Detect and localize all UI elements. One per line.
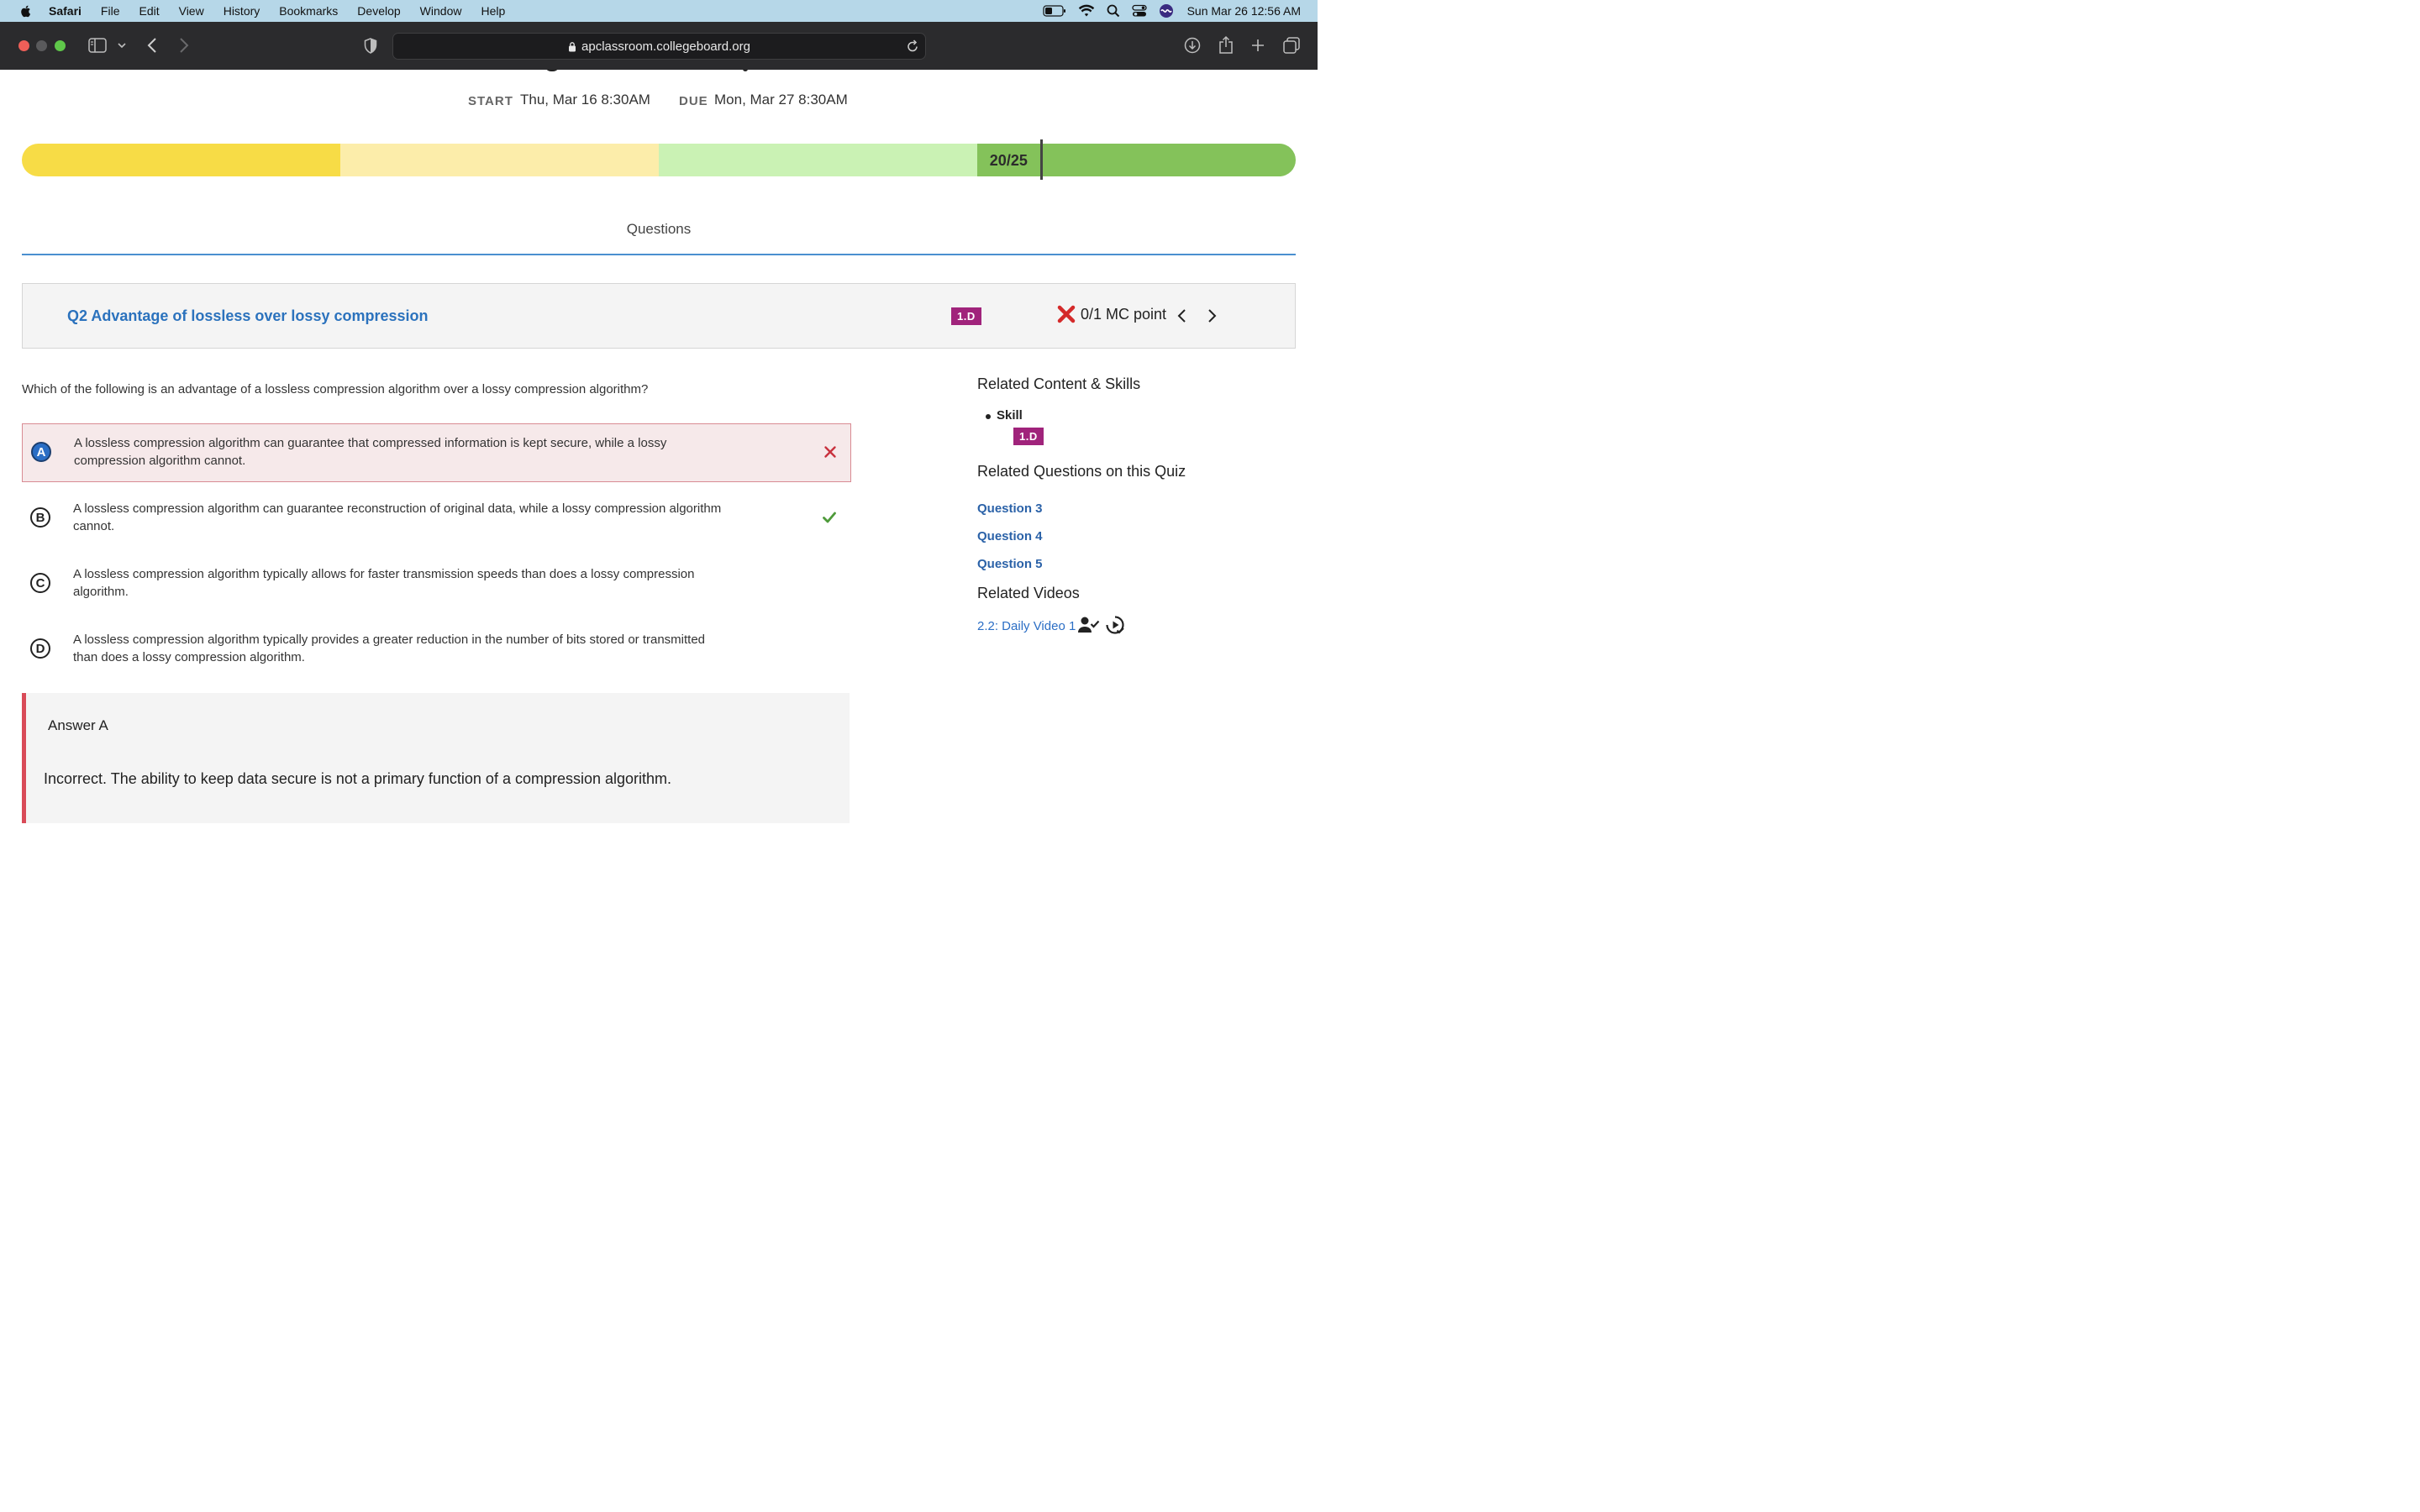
share-icon[interactable] (1218, 35, 1234, 54)
related-question-link[interactable]: Question 4 (977, 529, 1043, 543)
related-videos-heading: Related Videos (977, 585, 1080, 601)
score-band-1 (22, 144, 340, 176)
close-window-button[interactable] (18, 40, 29, 51)
menu-help[interactable]: Help (481, 4, 505, 18)
incorrect-x-icon (1057, 305, 1076, 323)
answer-option-d[interactable]: D A lossless compression algorithm typic… (22, 621, 850, 678)
option-text-b: A lossless compression algorithm can gua… (73, 501, 722, 533)
safari-toolbar: apclassroom.collegeboard.org (0, 22, 1318, 70)
battery-icon[interactable] (1042, 5, 1066, 17)
sidebar-toggle-icon[interactable] (88, 38, 107, 53)
start-label: START (468, 94, 513, 108)
option-text-d: A lossless compression algorithm typical… (73, 633, 706, 664)
option-letter-b: B (30, 507, 50, 528)
lock-icon (569, 41, 576, 51)
option-letter-d: D (30, 638, 50, 659)
minimize-window-button[interactable] (36, 40, 47, 51)
forward-arrow-icon[interactable] (179, 37, 189, 54)
option-letter-a: A (31, 442, 51, 462)
option-letter-c: C (30, 573, 50, 593)
apple-logo-icon[interactable] (18, 3, 34, 18)
url-text: apclassroom.collegeboard.org (581, 39, 750, 54)
video-link[interactable]: 2.2: Daily Video 1 (977, 619, 1076, 633)
related-questions-heading: Related Questions on this Quiz (977, 463, 1186, 480)
menu-bookmarks[interactable]: Bookmarks (279, 4, 338, 18)
page-content: START Thu, Mar 16 8:30AM DUE Mon, Mar 27… (0, 70, 1318, 823)
question-score: 0/1 MC point (1056, 304, 1166, 324)
chevron-down-icon[interactable] (118, 42, 126, 49)
score-progress-bar (22, 144, 1296, 176)
incorrect-x-icon (824, 446, 836, 458)
wifi-icon[interactable] (1078, 4, 1095, 18)
new-tab-plus-icon[interactable] (1250, 38, 1265, 53)
control-center-icon[interactable] (1131, 4, 1147, 18)
related-question-link[interactable]: Question 3 (977, 501, 1043, 516)
answer-explanation-box: Answer A Incorrect. The ability to keep … (22, 693, 850, 823)
due-date: Mon, Mar 27 8:30AM (714, 92, 848, 108)
menu-view[interactable]: View (179, 4, 204, 18)
siri-icon[interactable] (1159, 3, 1174, 18)
option-text-a: A lossless compression algorithm can gua… (74, 436, 667, 468)
spotlight-search-icon[interactable] (1107, 4, 1120, 18)
score-band-2 (340, 144, 659, 176)
skill-list-item: Skill (986, 408, 1023, 423)
scrolled-title-fragment (743, 70, 748, 71)
tab-underline (22, 254, 1296, 255)
zoom-window-button[interactable] (55, 40, 66, 51)
back-arrow-icon[interactable] (147, 37, 157, 54)
menubar-clock[interactable]: Sun Mar 26 12:56 AM (1187, 4, 1301, 18)
address-bar[interactable]: apclassroom.collegeboard.org (392, 33, 926, 60)
menu-window[interactable]: Window (420, 4, 462, 18)
menu-edit[interactable]: Edit (139, 4, 159, 18)
menu-safari[interactable]: Safari (49, 4, 82, 18)
score-marker (1039, 139, 1043, 180)
due-label: DUE (679, 94, 708, 108)
downloads-icon[interactable] (1184, 37, 1201, 54)
tab-overview-icon[interactable] (1283, 37, 1301, 54)
question-title[interactable]: Q2 Advantage of lossless over lossy comp… (67, 307, 429, 325)
menubar-status-area: Sun Mar 26 12:56 AM (1031, 0, 1301, 22)
answer-title: Answer A (48, 717, 108, 733)
reload-icon[interactable] (907, 39, 918, 52)
skill-badge: 1.D (951, 307, 981, 325)
answer-option-a[interactable]: A A lossless compression algorithm can g… (22, 423, 851, 482)
points-text: 0/1 MC point (1081, 305, 1167, 323)
start-date: Thu, Mar 16 8:30AM (520, 92, 650, 108)
answer-explanation: Incorrect. The ability to keep data secu… (44, 770, 672, 787)
sidebar-skill-badge[interactable]: 1.D (1013, 428, 1044, 445)
question-header: Q2 Advantage of lossless over lossy comp… (22, 283, 1296, 349)
next-question-chevron-icon[interactable] (1206, 307, 1218, 324)
correct-checkmark-icon (823, 512, 836, 523)
score-label: 20/25 (989, 152, 1028, 169)
answer-option-c[interactable]: C A lossless compression algorithm typic… (22, 555, 850, 612)
menu-file[interactable]: File (101, 4, 120, 18)
answer-option-b[interactable]: B A lossless compression algorithm can g… (22, 490, 850, 547)
assigned-user-check-icon (1078, 617, 1100, 633)
related-content-heading: Related Content & Skills (977, 375, 1141, 392)
menu-history[interactable]: History (224, 4, 260, 18)
privacy-shield-icon[interactable] (364, 38, 377, 54)
previous-question-chevron-icon[interactable] (1176, 307, 1188, 324)
score-band-3 (659, 144, 977, 176)
video-watched-icon (1106, 616, 1124, 634)
tab-questions[interactable]: Questions (0, 221, 1318, 238)
macos-menubar: Safari File Edit View History Bookmarks … (0, 0, 1318, 22)
question-prompt: Which of the following is an advantage o… (22, 382, 649, 396)
menu-develop[interactable]: Develop (357, 4, 400, 18)
scrolled-title-fragment (544, 70, 560, 71)
option-text-c: A lossless compression algorithm typical… (73, 567, 695, 599)
related-question-link[interactable]: Question 5 (977, 557, 1043, 571)
